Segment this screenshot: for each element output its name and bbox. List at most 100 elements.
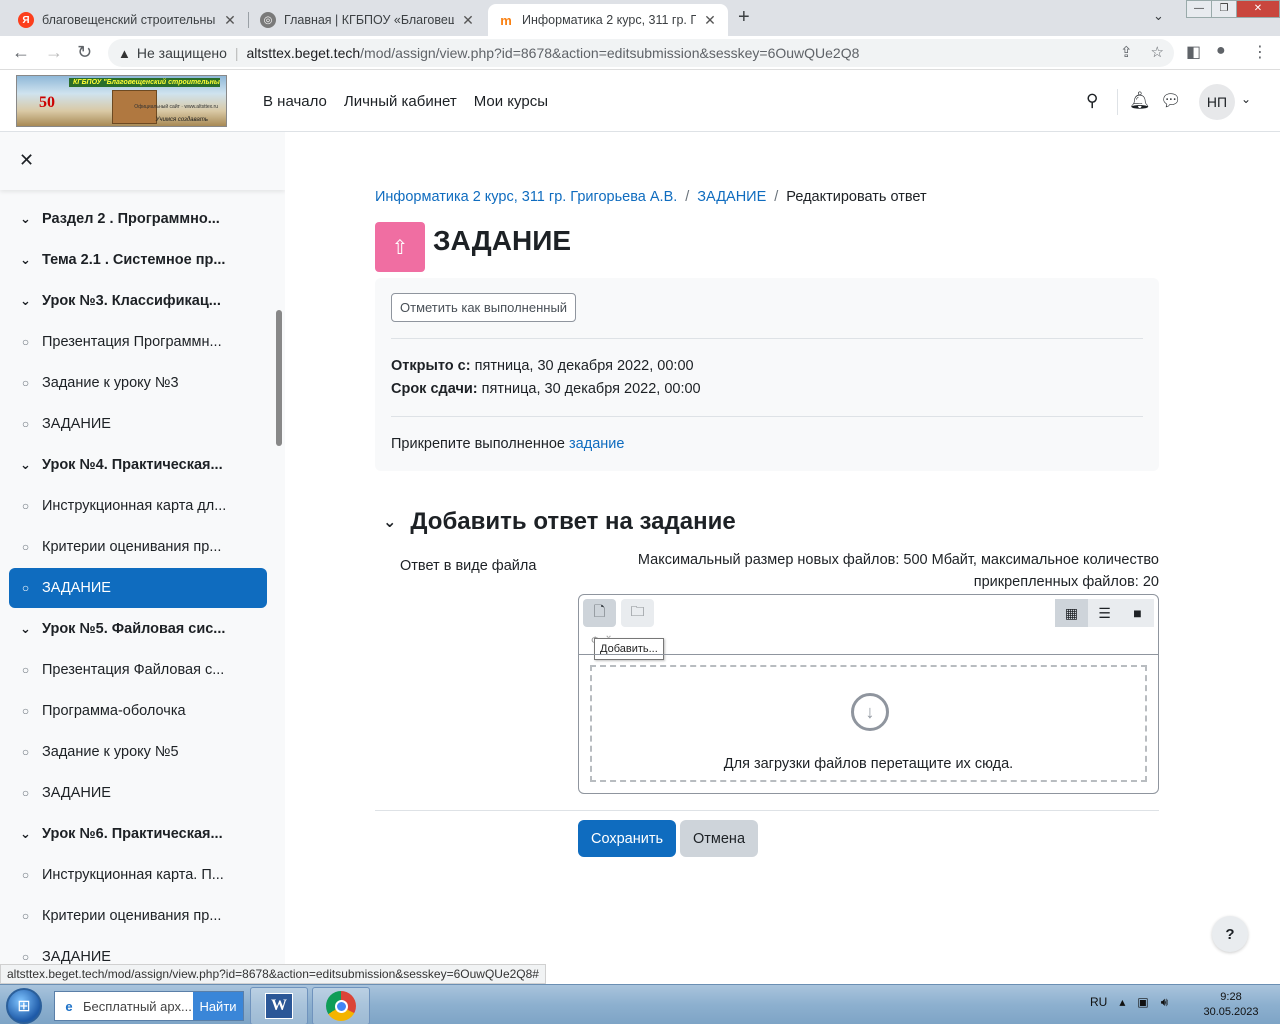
new-tab-icon[interactable]: + <box>738 6 750 29</box>
mark-as-done-button[interactable]: Отметить как выполненный <box>391 293 577 322</box>
tab-title: благовещенский строительный <box>42 13 216 27</box>
submission-section-header[interactable]: ⌄ Добавить ответ на задание <box>383 508 736 536</box>
circle-icon: ○ <box>21 868 30 882</box>
course-index-item[interactable]: ○ Инструкционная карта. П... <box>9 855 267 895</box>
tree-view-folder-icon[interactable]: ■ <box>1121 599 1154 627</box>
taskbar-clock[interactable]: 9:28 30.05.2023 <box>1196 990 1266 1020</box>
back-arrow-icon[interactable]: ← <box>12 42 30 63</box>
course-index-section[interactable]: ⌄ Урок №4. Практическая... <box>9 445 267 485</box>
drawer-scrollbar[interactable] <box>276 310 282 446</box>
course-index-item[interactable]: ○ Критерии оценивания пр... <box>9 896 267 936</box>
add-file-button[interactable]: 🗋︎ <box>583 599 616 627</box>
side-panel-icon[interactable]: ◧ <box>1186 42 1201 62</box>
tab-search-chevron-icon[interactable]: ⌄ <box>1153 8 1164 24</box>
messages-icon[interactable]: 💬︎ <box>1160 91 1182 111</box>
close-icon[interactable]: ✕ <box>460 12 476 29</box>
logo-slogan: Учимся создавать <box>155 117 208 123</box>
list-view-icon[interactable]: ☰ <box>1088 599 1121 627</box>
taskbar-search-button[interactable]: Найти <box>193 992 243 1020</box>
file-drop-zone[interactable]: ↓ Для загрузки файлов перетащите их сюда… <box>590 665 1147 782</box>
file-manager: 🗋︎ 🗀︎ ▦ ☰ ■ Файлы Добавить... ↓ Для загр… <box>578 594 1159 794</box>
course-index-item[interactable]: ○ Программа-оболочка <box>9 691 267 731</box>
tab-title: Информатика 2 курс, 311 гр. Гр <box>522 13 696 27</box>
course-index-section[interactable]: ⌄ Урок №3. Классификац... <box>9 281 267 321</box>
cancel-button[interactable]: Отмена <box>680 820 758 857</box>
save-button[interactable]: Сохранить <box>578 820 676 857</box>
profile-icon[interactable]: ● <box>1216 42 1226 60</box>
course-index-item[interactable]: ○ Критерии оценивания пр... <box>9 527 267 567</box>
chevron-down-icon[interactable]: ⌄ <box>1241 92 1251 106</box>
language-indicator[interactable]: RU <box>1090 995 1107 1010</box>
course-index-item[interactable]: ○ Задание к уроку №5 <box>9 732 267 772</box>
site-logo[interactable]: КГБПОУ "Благовещенский строительный техн… <box>16 75 227 127</box>
chevron-down-icon[interactable]: ⌄ <box>9 621 42 637</box>
browser-toolbar: ← → ↻ ▲ Не защищено | altsttex.beget.tec… <box>0 36 1280 70</box>
course-index-item[interactable]: ○ ЗАДАНИЕ <box>9 773 267 813</box>
course-index-item[interactable]: ○ Задание к уроку №3 <box>9 363 267 403</box>
chevron-down-icon[interactable]: ⌄ <box>9 211 42 227</box>
create-folder-button[interactable]: 🗀︎ <box>621 599 654 627</box>
search-icon[interactable]: ⚲ <box>1086 91 1098 111</box>
window-close-icon[interactable]: ✕ <box>1236 0 1280 18</box>
reload-icon[interactable]: ↻ <box>77 42 92 63</box>
nav-dashboard[interactable]: Личный кабинет <box>344 93 457 110</box>
course-index-item[interactable]: ○ ЗАДАНИЕ <box>9 568 267 608</box>
taskbar-search[interactable]: e Бесплатный арх... Найти <box>54 991 244 1021</box>
nav-my-courses[interactable]: Мои курсы <box>474 93 548 110</box>
clock-time: 9:28 <box>1220 991 1242 1003</box>
close-icon[interactable]: ✕ <box>222 12 238 29</box>
tray-expand-icon[interactable]: ▴ <box>1119 995 1125 1010</box>
forward-arrow-icon[interactable]: → <box>45 42 63 63</box>
chevron-down-icon[interactable]: ⌄ <box>383 512 396 532</box>
circle-icon: ○ <box>21 663 30 677</box>
share-icon[interactable]: ⇪ <box>1120 43 1133 61</box>
taskbar-word[interactable]: W <box>250 987 308 1024</box>
course-index-item[interactable]: ○ ЗАДАНИЕ <box>9 404 267 444</box>
chevron-down-icon[interactable]: ⌄ <box>9 293 42 309</box>
browser-tab-yandex[interactable]: Я благовещенский строительный ✕ <box>8 4 248 36</box>
user-avatar[interactable]: НП <box>1199 84 1235 120</box>
course-index-section[interactable]: ⌄ Раздел 2 . Программно... <box>9 199 267 239</box>
browser-tab-main[interactable]: ◎ Главная | КГБПОУ «Благовещенс ✕ <box>250 4 486 36</box>
course-index-item[interactable]: ○ ЗАДАНИЕ <box>9 937 267 966</box>
file-icon: 🗋︎ <box>593 603 606 619</box>
start-button-windows-icon[interactable]: ⊞ <box>6 988 42 1024</box>
menu-dots-icon[interactable]: ⋮ <box>1252 42 1268 62</box>
course-index-item[interactable]: ○ Презентация Программн... <box>9 322 267 362</box>
course-index-section[interactable]: ⌄ Урок №6. Практическая... <box>9 814 267 854</box>
close-icon[interactable]: ✕ <box>702 12 718 29</box>
address-bar[interactable]: ▲ Не защищено | altsttex.beget.tech/mod/… <box>108 39 1174 67</box>
due-value: пятница, 30 декабря 2022, 00:00 <box>481 381 701 397</box>
intro-link[interactable]: задание <box>569 436 624 452</box>
course-index-item[interactable]: ○ Презентация Файловая с... <box>9 650 267 690</box>
notifications-bell-icon[interactable]: 🔔︎ <box>1129 91 1151 111</box>
course-index-item[interactable]: ○ Инструкционная карта дл... <box>9 486 267 526</box>
logo-banner: КГБПОУ "Благовещенский строительный техн… <box>69 78 220 87</box>
course-index-label: Задание к уроку №5 <box>42 744 179 760</box>
network-icon[interactable]: ▣ <box>1137 995 1148 1010</box>
circle-icon: ○ <box>21 417 30 431</box>
chevron-down-icon[interactable]: ⌄ <box>9 457 42 473</box>
volume-icon[interactable]: 🔊︎ <box>1161 995 1169 1010</box>
warning-triangle-icon[interactable]: ▲ <box>118 46 131 61</box>
breadcrumb-course-link[interactable]: Информатика 2 курс, 311 гр. Григорьева А… <box>375 189 677 205</box>
close-drawer-icon[interactable]: ✕ <box>19 150 34 171</box>
course-index-label: Раздел 2 . Программно... <box>42 211 220 227</box>
chevron-down-icon[interactable]: ⌄ <box>9 252 42 268</box>
nav-home[interactable]: В начало <box>263 93 327 110</box>
course-index-section[interactable]: ⌄ Урок №5. Файловая сис... <box>9 609 267 649</box>
chevron-down-icon[interactable]: ⌄ <box>9 826 42 842</box>
browser-tab-moodle[interactable]: m Информатика 2 курс, 311 гр. Гр ✕ <box>488 4 728 36</box>
taskbar-chrome[interactable] <box>312 987 370 1024</box>
minimize-icon[interactable]: — <box>1186 0 1212 18</box>
breadcrumb-assignment-link[interactable]: ЗАДАНИЕ <box>697 189 766 205</box>
grid-view-icon[interactable]: ▦ <box>1055 599 1088 627</box>
bookmark-star-icon[interactable]: ☆ <box>1151 43 1164 61</box>
help-button[interactable]: ? <box>1212 916 1248 952</box>
maximize-icon[interactable]: ❐ <box>1211 0 1237 18</box>
clock-date: 30.05.2023 <box>1203 1006 1259 1018</box>
breadcrumb-separator: / <box>774 189 779 205</box>
course-index-section[interactable]: ⌄ Тема 2.1 . Системное пр... <box>9 240 267 280</box>
taskbar-search-text[interactable]: Бесплатный арх... <box>83 999 192 1014</box>
security-label[interactable]: Не защищено <box>137 45 227 61</box>
